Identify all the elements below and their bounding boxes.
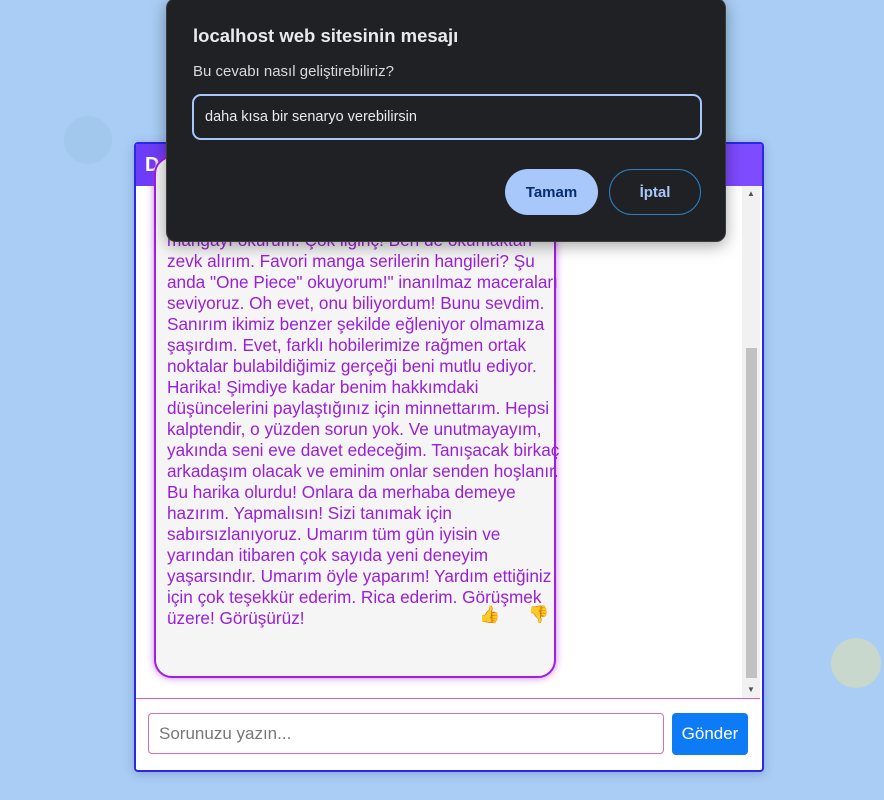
send-button[interactable]: Gönder <box>672 713 748 755</box>
chat-input-bar: Gönder <box>136 698 760 769</box>
decorative-bubble <box>64 116 112 164</box>
thumbs-down-icon[interactable]: 👎 <box>528 605 549 625</box>
thumbs-up-icon[interactable]: 👍 <box>479 605 500 625</box>
chat-scrollbar[interactable]: ▲ ▼ <box>742 186 760 698</box>
cancel-button[interactable]: İptal <box>609 169 701 215</box>
scroll-down-icon[interactable]: ▼ <box>742 682 760 698</box>
chat-message-area[interactable]: Peki, ben genellikle çizgi filmleri izle… <box>136 156 760 698</box>
ok-button[interactable]: Tamam <box>505 169 598 215</box>
scroll-up-icon[interactable]: ▲ <box>742 186 760 202</box>
dialog-message: Bu cevabı nasıl geliştirebiliriz? <box>193 63 394 80</box>
decorative-bubble <box>831 638 881 688</box>
dialog-input[interactable] <box>192 94 702 140</box>
scroll-thumb[interactable] <box>746 348 757 678</box>
question-input[interactable] <box>148 713 664 754</box>
dialog-title: localhost web sitesinin mesajı <box>193 25 459 46</box>
bot-message-text: Peki, ben genellikle çizgi filmleri izle… <box>167 209 563 628</box>
prompt-dialog: localhost web sitesinin mesajı Bu cevabı… <box>166 0 726 242</box>
